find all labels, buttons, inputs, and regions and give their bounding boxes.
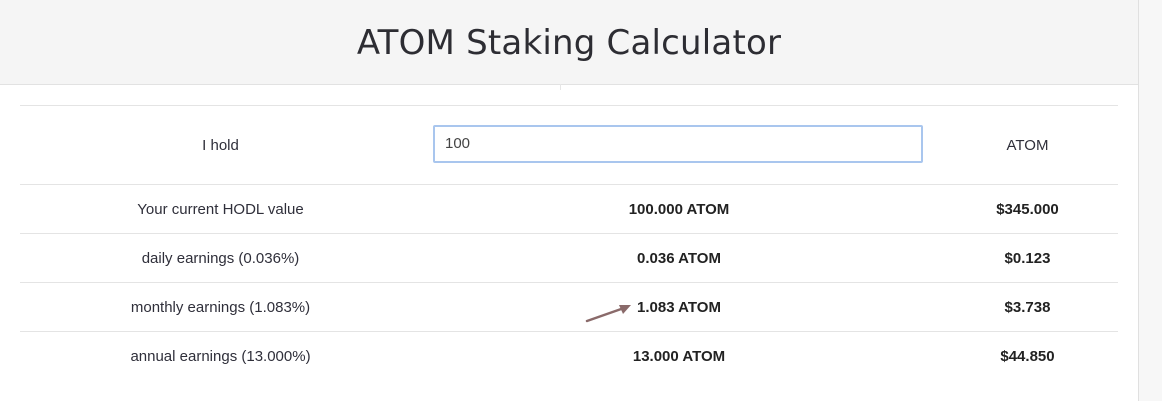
annual-earnings-atom: 13.000 ATOM	[632, 347, 726, 365]
annual-earnings-label: annual earnings (13.000%)	[130, 347, 311, 365]
hold-unit: ATOM	[937, 105, 1118, 185]
monthly-earnings-label: monthly earnings (1.083%)	[20, 282, 421, 332]
annual-earnings-usd: $44.850	[1000, 347, 1055, 365]
daily-earnings-label: daily earnings (0.036%)	[20, 233, 421, 283]
hold-row: I hold ATOM	[20, 105, 1118, 185]
annotation-arrow-icon	[585, 305, 631, 323]
table-row: daily earnings (0.036%) 0.036 ATOM $0.12…	[20, 233, 1118, 283]
daily-earnings-usd: $0.123	[937, 233, 1118, 283]
header-divider	[560, 84, 561, 90]
page-header: ATOM Staking Calculator	[0, 0, 1138, 85]
scrollbar-track[interactable]	[1138, 0, 1162, 401]
hodl-value-atom: 100.000 ATOM	[421, 184, 937, 234]
table-row: monthly earnings (1.083%) 1.083 ATOM $3.…	[20, 282, 1118, 332]
table-row: annual earnings (13.000%) 13.000 ATOM $4…	[20, 332, 1118, 381]
daily-earnings-atom: 0.036 ATOM	[421, 233, 937, 283]
hodl-value-label: Your current HODL value	[20, 184, 421, 234]
hodl-value-usd: $345.000	[937, 184, 1118, 234]
staking-calculator-table: I hold ATOM Your current HODL value 100.…	[20, 105, 1118, 380]
table-row: Your current HODL value 100.000 ATOM $34…	[20, 184, 1118, 234]
hold-label: I hold	[20, 105, 421, 185]
page-title: ATOM Staking Calculator	[356, 23, 782, 63]
monthly-earnings-usd: $3.738	[937, 282, 1118, 332]
hold-amount-input[interactable]	[433, 124, 923, 163]
monthly-earnings-atom: 1.083 ATOM	[421, 282, 937, 332]
hold-input-cell	[421, 105, 937, 185]
